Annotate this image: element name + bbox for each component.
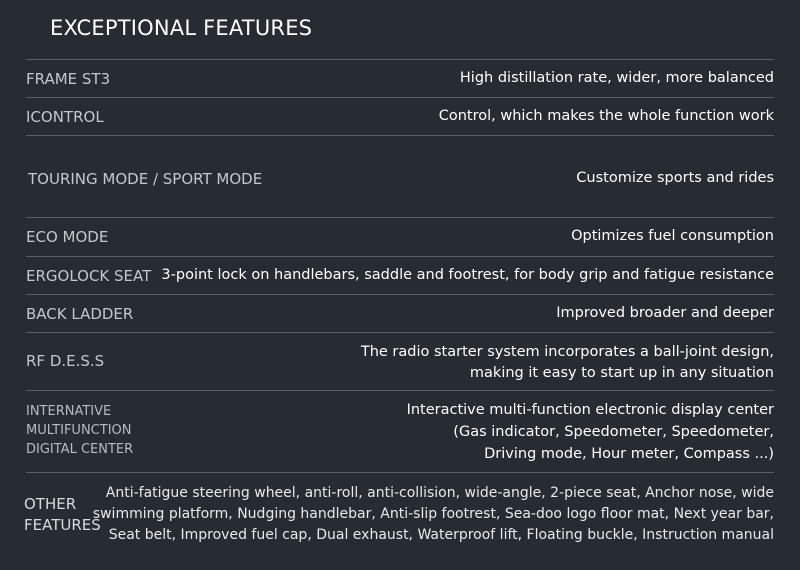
feature-row-frame: FRAME ST3 High distillation rate, wider,…: [26, 59, 774, 98]
page-title: EXCEPTIONAL FEATURES: [50, 16, 313, 40]
feature-value: Interactive multi-function electronic di…: [406, 402, 774, 462]
feature-value: Customize sports and rides: [576, 170, 774, 186]
feature-label: TOURING MODE / SPORT MODE: [28, 170, 263, 188]
feature-row-icontrol: ICONTROL Control, which makes the whole …: [26, 97, 774, 136]
feature-value: High distillation rate, wider, more bala…: [459, 70, 774, 86]
feature-row-back-ladder: BACK LADDER Improved broader and deeper: [26, 294, 774, 333]
feature-row-touring-mode: TOURING MODE / SPORT MODE Customize spor…: [26, 135, 774, 218]
feature-value: Optimizes fuel consumption: [571, 228, 774, 244]
feature-value: 3-point lock on handlebars, saddle and f…: [161, 267, 774, 283]
feature-value: The radio starter system incorporates a …: [360, 344, 774, 381]
feature-row-digital-center: INTERNATIVE MULTIFUNCTION DIGITAL CENTER…: [26, 390, 774, 473]
feature-row-other-features: OTHER FEATURES Anti-fatigue steering whe…: [24, 472, 774, 545]
feature-value: Control, which makes the whole function …: [438, 108, 774, 124]
feature-label: RF D.E.S.S: [26, 352, 105, 370]
feature-row-ergolock-seat: ERGOLOCK SEAT 3-point lock on handlebars…: [26, 256, 774, 295]
feature-label: ICONTROL: [26, 108, 104, 126]
feature-value: Improved broader and deeper: [556, 305, 774, 321]
feature-row-rf-dess: RF D.E.S.S The radio starter system inco…: [26, 332, 774, 391]
feature-value: Anti-fatigue steering wheel, anti-roll, …: [92, 485, 774, 543]
feature-label: INTERNATIVE MULTIFUNCTION DIGITAL CENTER: [26, 404, 134, 457]
feature-label: BACK LADDER: [26, 305, 134, 323]
feature-label: ECO MODE: [26, 228, 109, 246]
feature-label: FRAME ST3: [26, 70, 111, 88]
feature-label: ERGOLOCK SEAT: [26, 267, 152, 285]
feature-row-eco-mode: ECO MODE Optimizes fuel consumption: [26, 217, 774, 257]
feature-label: OTHER FEATURES: [24, 495, 101, 534]
